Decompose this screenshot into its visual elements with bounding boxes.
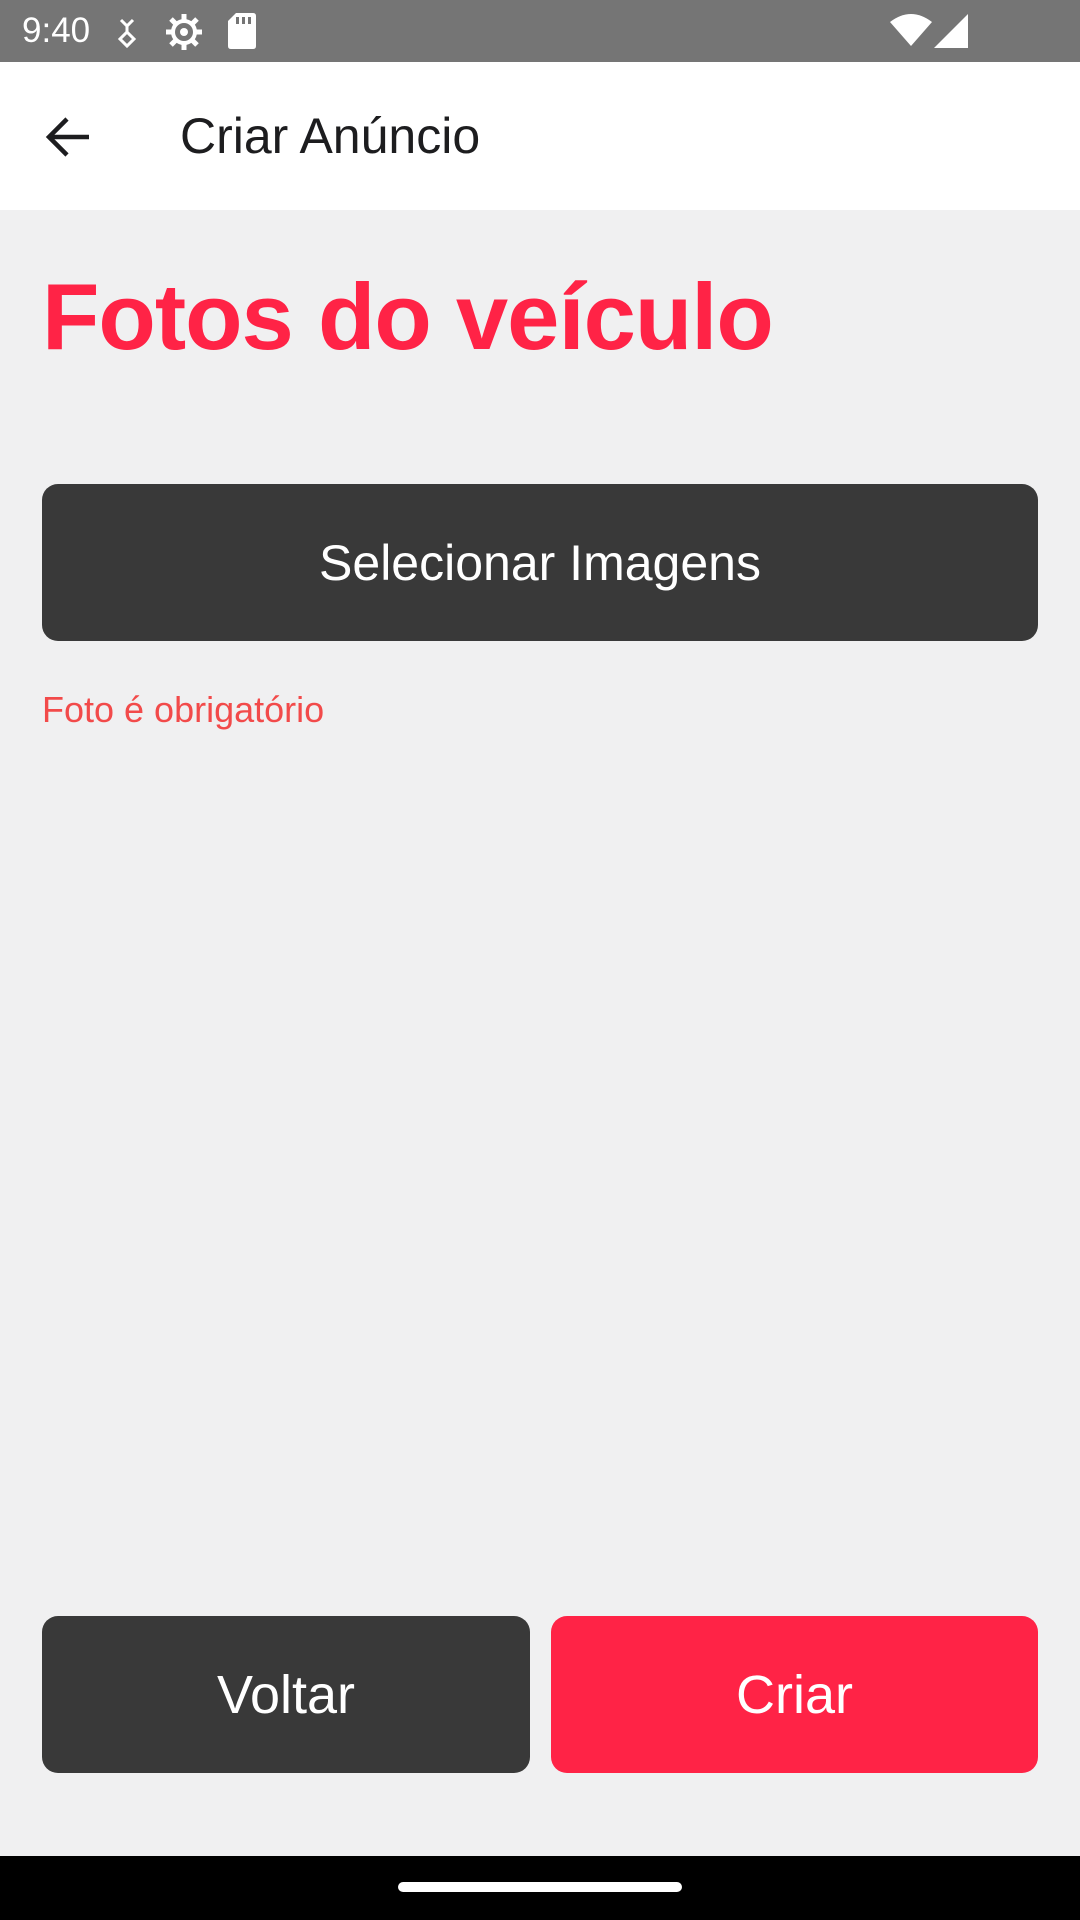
- cell-signal-icon: [934, 14, 968, 48]
- home-indicator[interactable]: [398, 1882, 682, 1892]
- photo-required-error: Foto é obrigatório: [42, 689, 325, 730]
- select-images-button[interactable]: Selecionar Imagens: [42, 484, 1038, 641]
- arrow-left-icon: [45, 117, 89, 157]
- usb-debug-icon: [117, 18, 137, 48]
- settings-gear-icon: [166, 14, 202, 50]
- back-button[interactable]: [28, 102, 108, 172]
- select-images-label: Selecionar Imagens: [319, 534, 761, 591]
- back-footer-label: Voltar: [216, 1664, 356, 1725]
- back-footer-button[interactable]: Voltar: [42, 1616, 530, 1773]
- app-bar: Criar Anúncio: [0, 62, 1080, 210]
- section-title: Fotos do veículo: [42, 264, 774, 369]
- system-nav-bar: [0, 1856, 1080, 1920]
- wifi-icon: [890, 14, 932, 46]
- sd-card-icon: [228, 13, 256, 49]
- create-label: Criar: [736, 1664, 853, 1725]
- status-bar: 9:40: [0, 0, 1080, 62]
- page-title: Criar Anúncio: [180, 108, 481, 164]
- create-button[interactable]: Criar: [551, 1616, 1038, 1773]
- status-time: 9:40: [22, 11, 91, 50]
